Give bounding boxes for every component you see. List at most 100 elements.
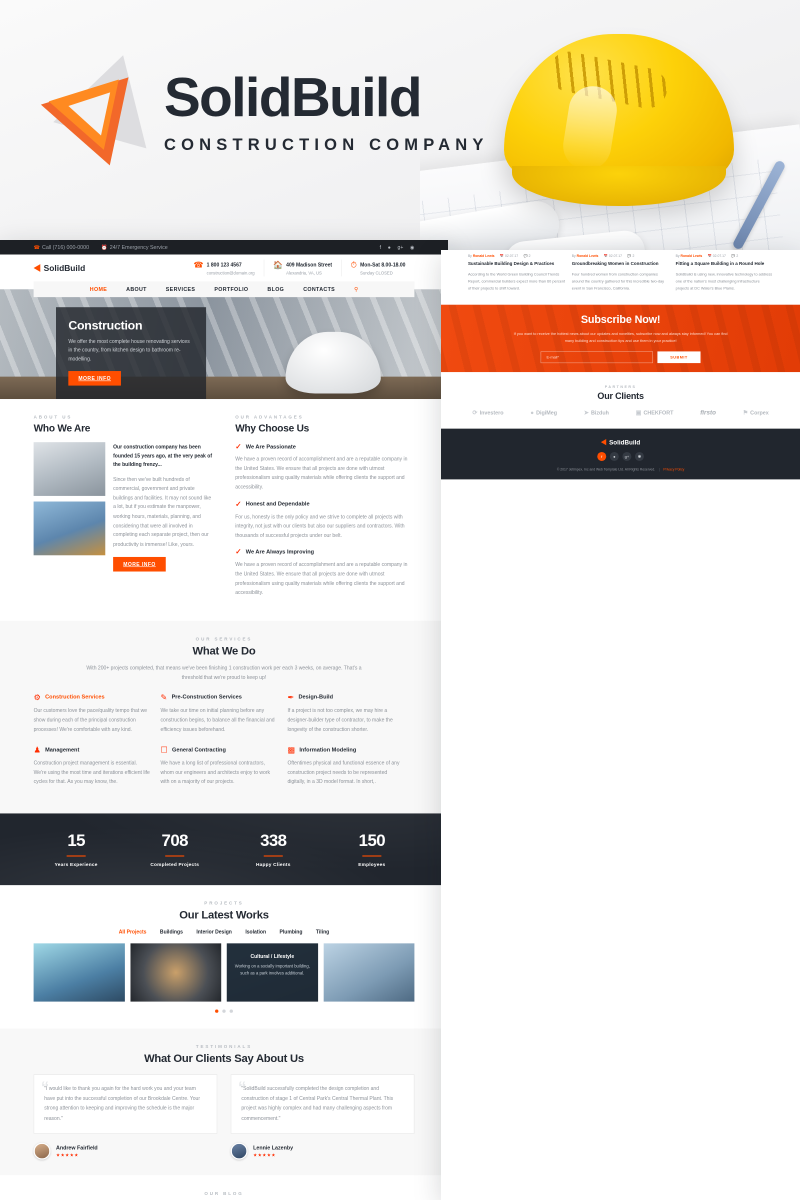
service-card[interactable]: ⚙ Construction Services Our customers lo…: [34, 693, 161, 746]
header-logo[interactable]: SolidBuild: [33, 263, 85, 273]
rating-stars: ★★★★★: [56, 1152, 79, 1158]
calendar-icon: 📅: [707, 254, 712, 259]
service-text: We have a long list of professional cont…: [160, 760, 271, 785]
hero-more-info-button[interactable]: MORE INFO: [68, 370, 122, 386]
nav-item-services[interactable]: SERVICES: [166, 286, 195, 292]
projects-pagination[interactable]: [34, 1009, 415, 1013]
filter-tiling[interactable]: Tiling: [316, 929, 329, 935]
blog-section: OUR BLOG Latest News By Ronald Lewis 📅 0…: [441, 250, 800, 305]
blog-post[interactable]: By Ronald Lewis 📅 02.07.17 💬 2 Groundbre…: [571, 250, 670, 292]
blog-post[interactable]: By Ronald Lewis 📅 02.07.17 💬 2 Fitting a…: [675, 250, 774, 292]
blob-icon: ●: [530, 409, 534, 416]
services-lede: With 200+ projects completed, that means…: [86, 665, 362, 681]
about-advantages-section: ABOUT US Who We Are Our construction com…: [0, 399, 448, 621]
search-icon[interactable]: ⚲: [354, 286, 358, 292]
about-lead: Our construction company has been founde…: [113, 443, 212, 468]
post-date: 📅 02.07.17: [499, 254, 519, 259]
filter-plumbing[interactable]: Plumbing: [280, 929, 303, 935]
pagination-dot[interactable]: [222, 1009, 226, 1013]
service-card[interactable]: ✒ Design-Build If a project is not too c…: [287, 693, 414, 746]
advantage-title: We Are Always Improving: [245, 549, 315, 556]
subscribe-submit-button[interactable]: SUBMIT: [657, 351, 701, 364]
comment-icon: 💬: [627, 254, 632, 259]
client-logo[interactable]: ➤ Bizduh: [584, 409, 609, 416]
pagination-dot[interactable]: [229, 1009, 233, 1013]
topbar-phone[interactable]: ☎ Call (716) 000-0000: [34, 244, 89, 250]
copyright-text: © 2017 Jetimpex, Inc and Web Template Lt…: [556, 467, 656, 472]
rating-stars: ★★★★★: [253, 1152, 277, 1158]
header-contact-hours[interactable]: ⏱ Mon-Sat 8.00-18.00 Sunday CLOSED: [341, 259, 414, 277]
clients-section: PARTNERS Our Clients ⟳ Investero ● DigiMeg…: [441, 372, 800, 429]
header-contacts: ☎ 1 800 123 4567 construction@domain.org…: [185, 259, 415, 277]
footer-socials[interactable]: f ● g+ ◉: [468, 451, 773, 461]
nav-item-about[interactable]: ABOUT: [126, 286, 147, 292]
service-title: Management: [45, 746, 80, 754]
client-logo[interactable]: firsto: [700, 409, 716, 416]
service-card[interactable]: ✎ Pre-Construction Services We take our …: [161, 693, 288, 746]
twitter-icon[interactable]: ●: [609, 451, 619, 461]
post-title: Fitting a Square Building in a Round Hol…: [675, 261, 765, 267]
check-icon: ✓: [235, 499, 242, 508]
gears-icon: ⚙: [33, 692, 41, 702]
top-bar: ☎ Call (716) 000-0000 ⏰ 24/7 Emergency S…: [0, 240, 448, 255]
rss-icon[interactable]: ◉: [634, 451, 644, 461]
post-text: Four hundred women from construction com…: [571, 271, 665, 291]
client-logo[interactable]: ⟳ Investero: [472, 409, 503, 416]
service-text: Construction project management is essen…: [33, 760, 150, 785]
nav-item-portfolio[interactable]: PORTFOLIO: [214, 286, 248, 292]
topbar-socials[interactable]: f ● g+ ◉: [380, 244, 415, 250]
counter-number: 15: [67, 831, 85, 850]
footer-logo[interactable]: SolidBuild: [601, 438, 640, 446]
privacy-policy-link[interactable]: Privacy Policy: [663, 467, 684, 471]
counters-section: 15 Years Experience 708 Completed Projects…: [0, 813, 448, 886]
twitter-icon[interactable]: ●: [388, 244, 391, 250]
blog-post[interactable]: By Ronald Lewis 📅 02.07.17 💬 2 Sustainab…: [467, 250, 566, 292]
subscribe-text: If you want to receive the hottest news …: [513, 331, 728, 343]
advantage-item: ✓ We Are Passionate We have a proven rec…: [235, 442, 414, 492]
counter-number: 708: [161, 831, 189, 850]
blog-eyebrow: OUR BLOG: [204, 1191, 244, 1197]
pen-icon: ✒: [287, 692, 295, 702]
about-eyebrow: ABOUT US: [33, 414, 73, 420]
filter-all-projects[interactable]: All Projects: [119, 929, 147, 935]
client-logo[interactable]: ● DigiMeg: [530, 409, 557, 416]
nav-item-contacts[interactable]: CONTACTS: [303, 286, 335, 292]
google-plus-icon[interactable]: g+: [398, 244, 404, 250]
filter-isolation[interactable]: Isolation: [245, 929, 266, 935]
service-text: We take our time on initial planning bef…: [160, 707, 275, 732]
projects-eyebrow: PROJECTS: [204, 900, 244, 906]
main-nav[interactable]: HOME ABOUT SERVICES PORTFOLIO BLOG CONTA…: [33, 281, 415, 298]
post-date: 📅 02.07.17: [707, 254, 726, 259]
facebook-icon[interactable]: f: [597, 451, 607, 461]
google-plus-icon[interactable]: g+: [622, 451, 632, 461]
filter-interior-design[interactable]: Interior Design: [196, 929, 232, 935]
post-title: Sustainable Building Design & Practices: [467, 261, 555, 267]
header-contact-address[interactable]: 🏠 409 Madison Street Alexandria, VA, US: [263, 259, 342, 277]
counter-item: 15 Years Experience: [43, 831, 110, 867]
pagination-dot[interactable]: [215, 1009, 219, 1013]
screenshot-panel-right: OUR SERVICES What We Do With 200+ projec…: [441, 250, 800, 1200]
project-thumb[interactable]: [130, 943, 222, 1002]
service-card[interactable]: ☐ General Contracting We have a long lis…: [161, 745, 288, 798]
projects-filters[interactable]: All Projects Buildings Interior Design I…: [34, 929, 415, 935]
comment-icon: 💬: [731, 254, 736, 259]
rss-icon[interactable]: ◉: [410, 244, 414, 250]
nav-item-blog[interactable]: BLOG: [267, 286, 284, 292]
filter-buildings[interactable]: Buildings: [160, 929, 183, 935]
about-more-info-button[interactable]: MORE INFO: [113, 556, 166, 572]
header-contact-phone[interactable]: ☎ 1 800 123 4567 construction@domain.org: [185, 260, 264, 277]
post-author: By Ronald Lewis: [675, 254, 703, 259]
orange-triangle-logo-icon: [31, 55, 147, 169]
subscribe-email-input[interactable]: [540, 351, 653, 364]
site-header: SolidBuild ☎ 1 800 123 4567 construction…: [0, 254, 448, 282]
nav-item-home[interactable]: HOME: [90, 286, 107, 292]
client-logo[interactable]: ▣ CHEKFORT: [636, 409, 674, 416]
service-card[interactable]: ♟ Management Construction project manage…: [34, 745, 161, 798]
facebook-icon[interactable]: f: [380, 244, 381, 250]
project-thumb[interactable]: [323, 943, 415, 1002]
service-card[interactable]: ▩ Information Modeling Oftentimes physic…: [287, 745, 414, 798]
client-logo[interactable]: ⚑ Corpex: [743, 409, 769, 416]
pencil-square-icon: ✎: [160, 692, 168, 702]
project-thumb[interactable]: [33, 943, 125, 1002]
project-thumb[interactable]: Cultural / Lifestyle Working on a social…: [226, 943, 318, 1002]
